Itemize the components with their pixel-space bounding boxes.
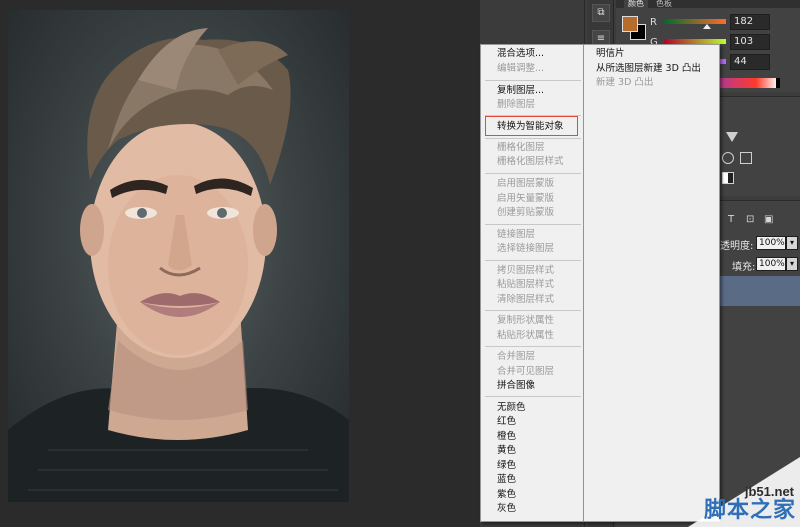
fill-input[interactable]: 100% <box>756 257 786 271</box>
menu-item-no-color[interactable]: 无颜色 <box>497 401 526 415</box>
menu-item-rasterize-layer-style: 栅格化图层样式 <box>497 156 564 167</box>
menu-item-merge-visible: 合并可见图层 <box>497 366 555 377</box>
menu-separator <box>485 310 581 311</box>
menu-item-green[interactable]: 绿色 <box>497 459 516 473</box>
opacity-label: 透明度: <box>720 241 754 252</box>
menu-item-merge-layers: 合并图层 <box>497 351 536 362</box>
channel-g-value[interactable]: 103 <box>730 34 770 50</box>
menu-item-clear-layer-style: 清除图层样式 <box>497 294 555 305</box>
menu-item-paste-shape-attributes: 粘贴形状属性 <box>497 330 555 341</box>
menu-item-new-3d-extrusion-from-selected[interactable]: 从所选图层新建 3D 凸出 <box>596 62 701 76</box>
menu-separator <box>485 396 581 397</box>
threshold-icon[interactable] <box>722 172 734 184</box>
menu-separator <box>485 224 581 225</box>
site-watermark: jb51.net 脚本之家 <box>688 457 800 527</box>
menu-item-blending-options[interactable]: 混合选项... <box>497 47 544 61</box>
context-submenu: 明信片 从所选图层新建 3D 凸出 新建 3D 凸出 <box>584 44 720 522</box>
watermark-text: 脚本之家 <box>703 498 796 523</box>
vibrance-icon[interactable] <box>726 132 738 142</box>
portrait-illustration <box>8 28 349 502</box>
menu-separator <box>485 138 581 139</box>
menu-item-duplicate-layer[interactable]: 复制图层... <box>497 84 544 98</box>
color-balance-icon[interactable] <box>722 152 734 164</box>
foreground-color-swatch[interactable] <box>622 16 638 32</box>
menu-item-flatten-image[interactable]: 拼合图像 <box>497 379 535 393</box>
menu-item-new-3d-extrusion: 新建 3D 凸出 <box>596 77 654 88</box>
menu-item-rasterize-layer: 栅格化图层 <box>497 142 545 153</box>
history-icon[interactable]: ⧉ <box>592 4 610 22</box>
tab-swatches[interactable]: 色板 <box>652 0 676 8</box>
opacity-dropdown-icon[interactable]: ▾ <box>786 236 798 250</box>
channel-r-thumb[interactable] <box>703 24 711 29</box>
menu-item-link-layers: 链接图层 <box>497 229 536 240</box>
menu-item-copy-shape-attributes: 复制形状属性 <box>497 315 555 326</box>
menu-item-yellow[interactable]: 黄色 <box>497 444 516 458</box>
menu-item-copy-layer-style: 拷贝图层样式 <box>497 265 555 276</box>
shape-layer-filter-icon[interactable]: ⊡ <box>746 214 754 225</box>
menu-item-delete-layer: 删除图层 <box>497 99 536 110</box>
menu-item-enable-vector-mask: 启用矢量蒙版 <box>497 193 555 204</box>
selected-layer-row[interactable] <box>718 276 800 306</box>
tab-color[interactable]: 颜色 <box>624 0 648 8</box>
channel-r-label: R <box>650 17 657 28</box>
menu-separator <box>485 80 581 81</box>
channel-mixer-icon[interactable] <box>740 152 752 164</box>
menu-item-select-linked-layers: 选择链接图层 <box>497 243 555 254</box>
document-canvas[interactable] <box>0 0 480 527</box>
smart-object-filter-icon[interactable]: ▣ <box>764 214 773 225</box>
menu-item-blue[interactable]: 蓝色 <box>497 473 516 487</box>
menu-separator <box>485 173 581 174</box>
fill-label: 填充: <box>732 262 756 273</box>
menu-item-postcard[interactable]: 明信片 <box>596 47 625 61</box>
fill-dropdown-icon[interactable]: ▾ <box>786 257 798 271</box>
menu-separator <box>485 346 581 347</box>
channel-r-value[interactable]: 182 <box>730 14 770 30</box>
channel-b-value[interactable]: 44 <box>730 54 770 70</box>
portrait-photo <box>8 10 349 502</box>
menu-item-violet[interactable]: 紫色 <box>497 488 516 502</box>
opacity-input[interactable]: 100% <box>756 236 786 250</box>
menu-item-gray[interactable]: 灰色 <box>497 502 516 516</box>
menu-item-orange[interactable]: 橙色 <box>497 430 516 444</box>
menu-item-paste-layer-style: 粘贴图层样式 <box>497 279 555 290</box>
menu-item-edit-adjustment: 编辑调整... <box>497 63 545 74</box>
menu-item-enable-layer-mask: 启用图层蒙版 <box>497 178 555 189</box>
menu-item-red[interactable]: 红色 <box>497 415 516 429</box>
spectrum-black-swatch[interactable] <box>776 78 780 88</box>
channel-r-slider[interactable] <box>664 19 726 24</box>
type-layer-filter-icon[interactable]: T <box>728 214 734 225</box>
menu-separator <box>485 260 581 261</box>
annotation-highlight-box <box>485 116 578 136</box>
color-panel-tabs: 颜色 色板 <box>616 0 800 8</box>
menu-item-create-clipping-mask: 创建剪贴蒙版 <box>497 207 555 218</box>
